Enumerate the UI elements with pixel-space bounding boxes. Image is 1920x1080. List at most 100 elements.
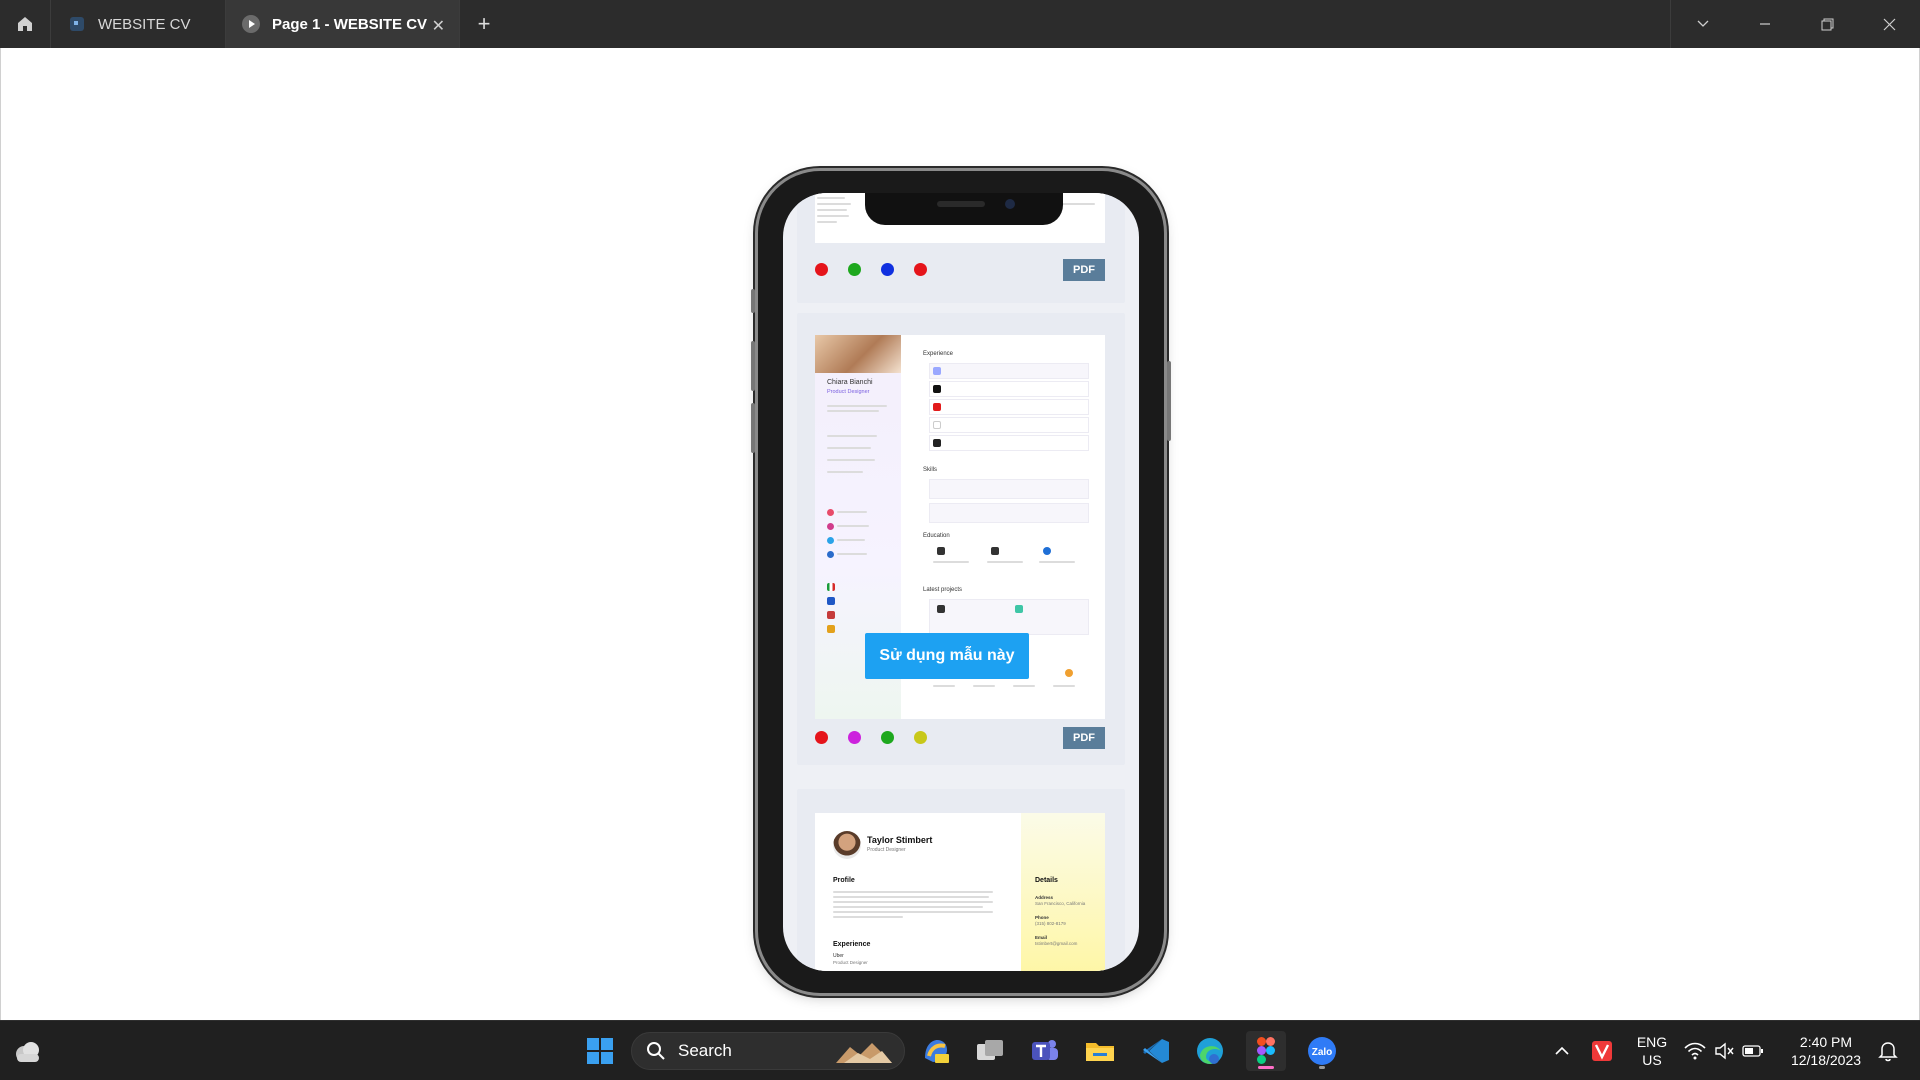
color-dot-purple[interactable] [848,731,861,744]
date-text: 12/18/2023 [1790,1052,1862,1068]
detail-value: San Francisco, California [1035,901,1086,906]
figma-icon[interactable] [1246,1031,1286,1071]
minimize-icon [1760,23,1770,25]
detail-label: Address [1035,895,1054,900]
restore-icon [1821,18,1833,30]
file-explorer-icon[interactable] [1080,1031,1120,1071]
svg-text:Zalo: Zalo [1312,1047,1333,1058]
divider [1670,0,1671,48]
mute-switch [751,289,755,313]
tab-label: Page 1 - WEBSITE CV [272,15,428,33]
task-view-icon[interactable] [970,1031,1010,1071]
search-icon [647,1042,665,1060]
detail-label: Email [1035,935,1048,940]
search-highlight-icon [836,1043,892,1063]
color-dot-blue[interactable] [881,263,894,276]
quick-settings[interactable] [1676,1031,1772,1071]
section-education: Education [923,533,950,539]
chevron-down-icon[interactable] [1672,0,1734,48]
color-dot-red[interactable] [815,731,828,744]
detail-label: Phone [1035,915,1049,920]
cv-template-card[interactable]: Chiara Bianchi Product Designer Experien… [797,313,1125,765]
edge-icon[interactable] [1190,1031,1230,1071]
detail-value: tstimbert@gmail.com [1035,941,1078,946]
tab-label: WEBSITE CV [98,15,191,33]
vivaldi-icon[interactable] [1582,1031,1622,1071]
close-window-button[interactable] [1858,0,1920,48]
time-text: 2:40 PM [1799,1034,1853,1050]
phone-notch [865,193,1063,225]
pdf-button[interactable]: PDF [1063,727,1105,749]
cv-preview[interactable]: Taylor Stimbert Product Designer Profile… [815,813,1105,971]
home-icon [18,17,32,31]
close-icon [1883,18,1895,30]
detail-value: (315) 802-8179 [1035,921,1066,926]
power-button [1167,361,1171,441]
tab-page-1[interactable]: Page 1 - WEBSITE CV ✕ [226,0,460,48]
section-skills: Skills [923,467,938,473]
new-tab-button[interactable]: + [470,10,498,38]
language-indicator[interactable]: ENG US [1632,1033,1672,1069]
search-input[interactable]: Search [631,1032,905,1070]
copilot-icon[interactable] [916,1031,956,1071]
file-icon [68,15,86,33]
cv-details-panel [1021,813,1105,971]
volume-up-button [751,341,755,391]
cv-name: Taylor Stimbert [867,835,933,845]
cv-template-card[interactable]: Taylor Stimbert Product Designer Profile… [797,789,1125,971]
windows-icon [587,1038,613,1064]
home-button[interactable] [0,0,51,48]
cloud-icon [16,1042,39,1062]
play-icon [242,15,260,33]
wifi-icon [1684,1042,1706,1060]
prototype-canvas: PDF Chiara Bianchi Product Designer Expe… [0,48,1920,1020]
color-dot-green[interactable] [848,263,861,276]
experience-title: Experience [833,941,871,948]
use-template-button[interactable]: Sử dụng mẫu này [865,633,1029,679]
language-top: ENG [1636,1034,1668,1050]
color-dot-green[interactable] [881,731,894,744]
color-options [815,263,927,276]
running-indicator [1319,1066,1325,1069]
title-bar: WEBSITE CV Page 1 - WEBSITE CV ✕ + [0,0,1920,48]
bell-icon [1878,1042,1898,1062]
taskbar: Search Zalo ENG US 2:40 PM 12/18/2023 [0,1020,1920,1080]
tab-website-cv[interactable]: WEBSITE CV [52,0,226,48]
cv-name: Chiara Bianchi [827,379,873,386]
chevron-up-icon[interactable] [1542,1031,1582,1071]
language-bottom: US [1642,1052,1662,1068]
experience-role: Product Designer [833,960,868,965]
start-button[interactable] [580,1031,620,1071]
pdf-button[interactable]: PDF [1063,259,1105,281]
weather-widget[interactable] [8,1031,48,1071]
color-dot-yellow[interactable] [914,731,927,744]
vscode-icon[interactable] [1136,1031,1176,1071]
cv-role: Product Designer [867,847,906,853]
camera-icon [1005,199,1015,209]
cv-role: Product Designer [827,389,870,395]
clock[interactable]: 2:40 PM 12/18/2023 [1780,1033,1872,1069]
notification-button[interactable] [1868,1031,1908,1071]
restore-button[interactable] [1796,0,1858,48]
volume-muted-icon [1715,1042,1734,1060]
section-experience: Experience [923,351,954,357]
close-tab-icon[interactable]: ✕ [432,16,445,36]
search-label: Search [678,1041,732,1060]
speaker-icon [937,201,985,207]
profile-title: Profile [833,877,855,884]
iphone-frame: PDF Chiara Bianchi Product Designer Expe… [751,171,1171,993]
window-controls [1672,0,1920,48]
phone-screen[interactable]: PDF Chiara Bianchi Product Designer Expe… [783,193,1139,971]
profile-photo [815,335,901,373]
avatar [833,831,861,859]
minimize-button[interactable] [1734,0,1796,48]
color-dot-red[interactable] [815,263,828,276]
details-title: Details [1035,877,1058,884]
zalo-icon[interactable]: Zalo [1302,1031,1342,1071]
experience-company: Uber [833,953,844,959]
color-dot-red[interactable] [914,263,927,276]
teams-icon[interactable] [1025,1031,1065,1071]
color-options [815,731,927,744]
volume-down-button [751,403,755,453]
battery-icon [1742,1045,1763,1057]
